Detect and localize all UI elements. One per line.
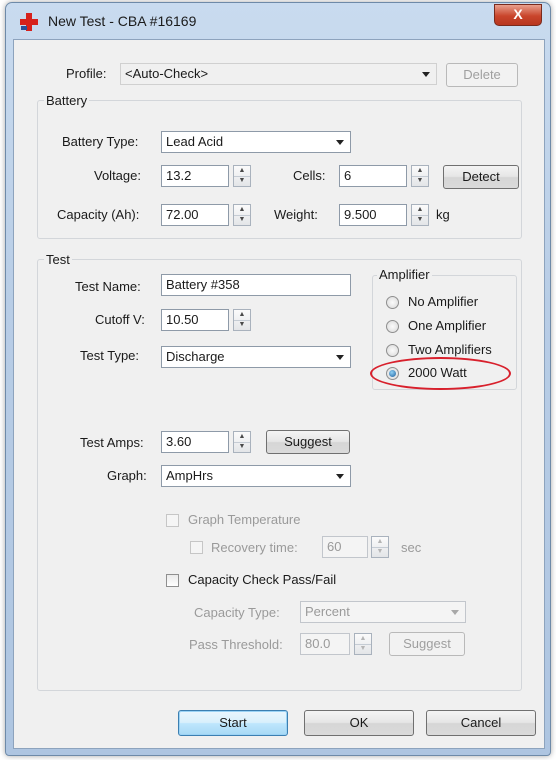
capacity-type-label: Capacity Type: [194, 605, 280, 620]
radio-button-icon[interactable] [386, 320, 399, 333]
radio-button-icon[interactable] [386, 344, 399, 357]
highlight-ellipse [370, 357, 511, 390]
chevron-down-icon [451, 610, 459, 615]
recovery-time-unit: sec [401, 540, 422, 555]
weight-unit: kg [436, 207, 450, 222]
radio-one-amplifier[interactable]: One Amplifier [386, 317, 516, 335]
cells-label: Cells: [293, 168, 326, 183]
capacity-input[interactable]: 72.00 [161, 204, 229, 226]
close-button[interactable]: X [494, 4, 542, 26]
radio-label: No Amplifier [408, 294, 479, 309]
chevron-down-icon [336, 355, 344, 360]
suggest-amps-button[interactable]: Suggest [266, 430, 350, 454]
red-cross-icon [20, 13, 38, 31]
profile-select[interactable]: <Auto-Check> [120, 63, 437, 85]
voltage-spinner[interactable]: ▲ ▼ [233, 165, 251, 187]
test-name-input[interactable]: Battery #358 [161, 274, 351, 296]
graph-label: Graph: [107, 468, 147, 483]
cutoff-label: Cutoff V: [95, 312, 145, 327]
test-type-label: Test Type: [80, 348, 140, 363]
capacity-type-select[interactable]: Percent [300, 601, 466, 623]
weight-input[interactable]: 9.500 [339, 204, 407, 226]
dialog-window: New Test - CBA #16169 X Profile: <Auto-C… [5, 2, 551, 756]
test-amps-label: Test Amps: [80, 435, 144, 450]
spin-down-icon[interactable]: ▼ [412, 176, 428, 186]
spin-down-icon[interactable]: ▼ [412, 215, 428, 225]
cells-input[interactable]: 6 [339, 165, 407, 187]
test-group-title: Test [44, 252, 72, 267]
radio-button-icon[interactable] [386, 296, 399, 309]
voltage-label: Voltage: [94, 168, 141, 183]
profile-label: Profile: [66, 66, 107, 81]
delete-button[interactable]: Delete [446, 63, 518, 87]
spin-down-icon[interactable]: ▼ [234, 320, 250, 330]
capacity-spinner[interactable]: ▲ ▼ [233, 204, 251, 226]
cancel-button[interactable]: Cancel [426, 710, 536, 736]
graph-temperature-checkbox[interactable] [166, 514, 179, 527]
chevron-down-icon [336, 474, 344, 479]
cutoff-input[interactable]: 10.50 [161, 309, 229, 331]
graph-value: AmpHrs [166, 468, 213, 483]
recovery-time-label: Recovery time: [211, 540, 298, 555]
suggest-threshold-button[interactable]: Suggest [389, 632, 465, 656]
dialog-content: Profile: <Auto-Check> Delete Battery Bat… [13, 39, 545, 749]
spin-down-icon[interactable]: ▼ [234, 176, 250, 186]
ok-button[interactable]: OK [304, 710, 414, 736]
voltage-input[interactable]: 13.2 [161, 165, 229, 187]
test-amps-spinner[interactable]: ▲ ▼ [233, 431, 251, 453]
test-amps-input[interactable]: 3.60 [161, 431, 229, 453]
battery-type-select[interactable]: Lead Acid [161, 131, 351, 153]
graph-temperature-label: Graph Temperature [188, 512, 301, 527]
chevron-down-icon [422, 72, 430, 77]
radio-label: One Amplifier [408, 318, 487, 333]
recovery-time-spinner[interactable]: ▲ ▼ [371, 536, 389, 558]
recovery-time-input[interactable]: 60 [322, 536, 368, 558]
chevron-down-icon [336, 140, 344, 145]
test-type-select[interactable]: Discharge [161, 346, 351, 368]
spin-down-icon[interactable]: ▼ [234, 442, 250, 452]
pass-threshold-input[interactable]: 80.0 [300, 633, 350, 655]
close-icon: X [513, 6, 523, 22]
profile-value: <Auto-Check> [125, 66, 209, 81]
pass-threshold-spinner[interactable]: ▲ ▼ [354, 633, 372, 655]
battery-type-value: Lead Acid [166, 134, 224, 149]
detect-button[interactable]: Detect [443, 165, 519, 189]
capacity-check-label: Capacity Check Pass/Fail [188, 572, 337, 587]
start-button[interactable]: Start [178, 710, 288, 736]
spin-down-icon[interactable]: ▼ [234, 215, 250, 225]
battery-group-title: Battery [44, 93, 90, 108]
graph-select[interactable]: AmpHrs [161, 465, 351, 487]
recovery-time-checkbox[interactable] [190, 541, 203, 554]
pass-threshold-label: Pass Threshold: [189, 637, 283, 652]
radio-no-amplifier[interactable]: No Amplifier [386, 293, 516, 311]
test-name-label: Test Name: [75, 279, 141, 294]
test-type-value: Discharge [166, 349, 225, 364]
capacity-check-checkbox[interactable] [166, 574, 179, 587]
window-title: New Test - CBA #16169 [48, 13, 197, 29]
capacity-label: Capacity (Ah): [57, 207, 140, 222]
battery-type-label: Battery Type: [62, 134, 139, 149]
weight-spinner[interactable]: ▲ ▼ [411, 204, 429, 226]
amplifier-group-title: Amplifier [377, 267, 432, 282]
spin-down-icon[interactable]: ▼ [372, 547, 388, 557]
weight-label: Weight: [274, 207, 318, 222]
radio-label: Two Amplifiers [408, 342, 492, 357]
spin-down-icon[interactable]: ▼ [355, 644, 371, 654]
capacity-type-value: Percent [305, 604, 350, 619]
cutoff-spinner[interactable]: ▲ ▼ [233, 309, 251, 331]
cells-spinner[interactable]: ▲ ▼ [411, 165, 429, 187]
title-bar[interactable]: New Test - CBA #16169 X [6, 3, 550, 39]
